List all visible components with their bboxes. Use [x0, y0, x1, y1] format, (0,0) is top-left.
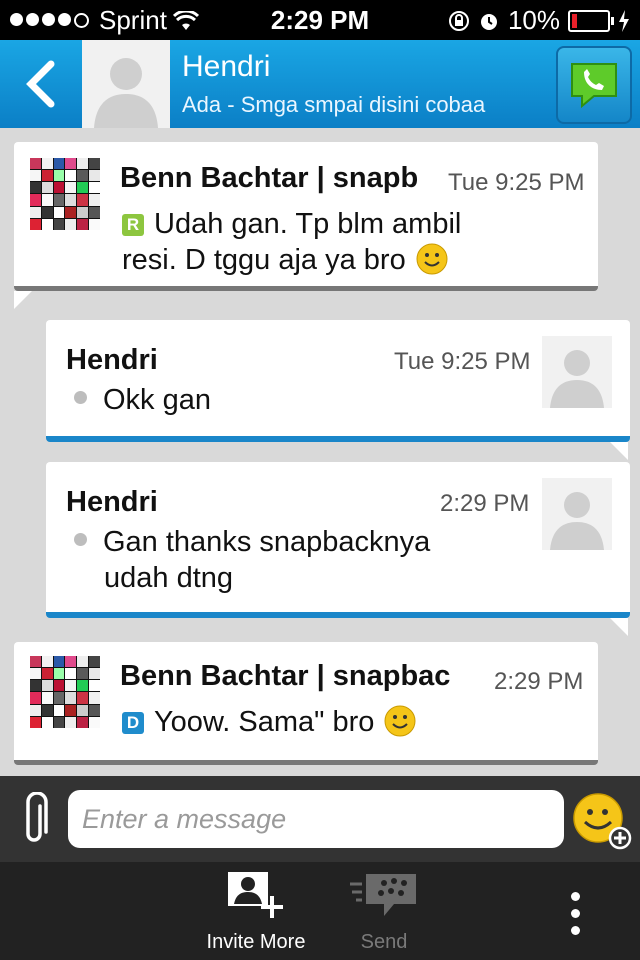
bottom-toolbar: Invite More Send — [0, 862, 640, 960]
delivery-status-dot — [74, 533, 87, 546]
default-avatar-icon — [550, 492, 604, 550]
call-button[interactable] — [556, 46, 632, 124]
message-line: Gan thanks snapbacknya — [103, 526, 431, 558]
sender-name: Benn Bachtar | snapbac — [120, 660, 451, 692]
message-time: 2:29 PM — [494, 668, 584, 695]
message-bubble-outgoing[interactable]: Hendri Tue 9:25 PM Okk gan — [46, 320, 630, 442]
more-options-icon[interactable] — [560, 884, 590, 944]
composer-bar — [0, 776, 640, 862]
bubble-tail — [14, 291, 32, 309]
invite-more-button[interactable]: Invite More — [196, 862, 316, 960]
chevron-left-icon — [26, 60, 55, 108]
bubble-tail — [610, 442, 628, 460]
send-button[interactable]: Send — [334, 862, 434, 960]
message-text: D Yoow. Sama" bro — [122, 704, 416, 740]
message-text: Okk gan — [74, 382, 211, 418]
sender-avatar[interactable] — [30, 158, 100, 230]
status-bar: Sprint 2:29 PM 10% — [0, 0, 640, 40]
send-label: Send — [360, 931, 408, 953]
contact-name: Hendri — [182, 50, 271, 83]
sender-name: Benn Bachtar | snapb — [120, 162, 419, 194]
sender-name: Hendri — [66, 486, 158, 518]
message-bubble-incoming[interactable]: Benn Bachtar | snapbac 2:29 PM D Yoow. Sa… — [14, 642, 598, 765]
message-time: Tue 9:25 PM — [394, 348, 531, 375]
contact-avatar[interactable] — [82, 40, 170, 128]
message-text: Gan thanks snapbacknya udah dtng — [74, 524, 430, 596]
read-status-badge: R — [122, 214, 144, 236]
message-line: Yoow. Sama" bro — [154, 706, 375, 738]
alarm-icon — [480, 13, 497, 30]
message-time: 2:29 PM — [440, 490, 530, 517]
invite-contact-icon — [228, 872, 283, 918]
invite-more-label: Invite More — [206, 931, 306, 953]
charging-icon — [619, 9, 629, 32]
sender-avatar[interactable] — [30, 656, 100, 728]
smiley-icon — [416, 243, 448, 275]
message-bubble-incoming[interactable]: Benn Bachtar | snapb Tue 9:25 PM R Udah g… — [14, 142, 598, 291]
bubble-tail — [610, 618, 628, 636]
message-line: udah dtng — [104, 562, 234, 594]
default-avatar-icon — [550, 350, 604, 408]
default-avatar-icon — [94, 58, 158, 128]
rotation-lock-icon — [448, 10, 469, 31]
chat-header: Hendri Ada - Smga smpai disini cobaa — [0, 40, 640, 128]
emoji-add-icon[interactable] — [572, 790, 632, 850]
battery-percent: 10% — [507, 5, 560, 35]
message-bubble-outgoing[interactable]: Hendri 2:29 PM Gan thanks snapbacknya uda… — [46, 462, 630, 618]
bbm-send-icon — [350, 874, 416, 916]
sender-avatar[interactable] — [542, 336, 612, 408]
message-text: R Udah gan. Tp blm ambil resi. D tggu aja… — [122, 206, 461, 278]
message-input[interactable] — [68, 790, 564, 848]
delivery-status-dot — [74, 391, 87, 404]
message-line: Okk gan — [103, 384, 211, 416]
message-line: resi. D tggu aja ya bro — [122, 244, 406, 276]
battery-icon — [568, 9, 614, 32]
phone-icon — [571, 63, 617, 109]
message-line: Udah gan. Tp blm ambil — [154, 208, 462, 240]
paperclip-icon[interactable] — [16, 792, 52, 848]
message-list[interactable]: Benn Bachtar | snapb Tue 9:25 PM R Udah g… — [0, 128, 640, 776]
message-time: Tue 9:25 PM — [448, 169, 585, 196]
smiley-icon — [384, 705, 416, 737]
contact-status: Ada - Smga smpai disini cobaa — [182, 92, 486, 117]
sender-name: Hendri — [66, 344, 158, 376]
delivered-status-badge: D — [122, 712, 144, 734]
back-button[interactable] — [0, 40, 82, 128]
sender-avatar[interactable] — [542, 478, 612, 550]
